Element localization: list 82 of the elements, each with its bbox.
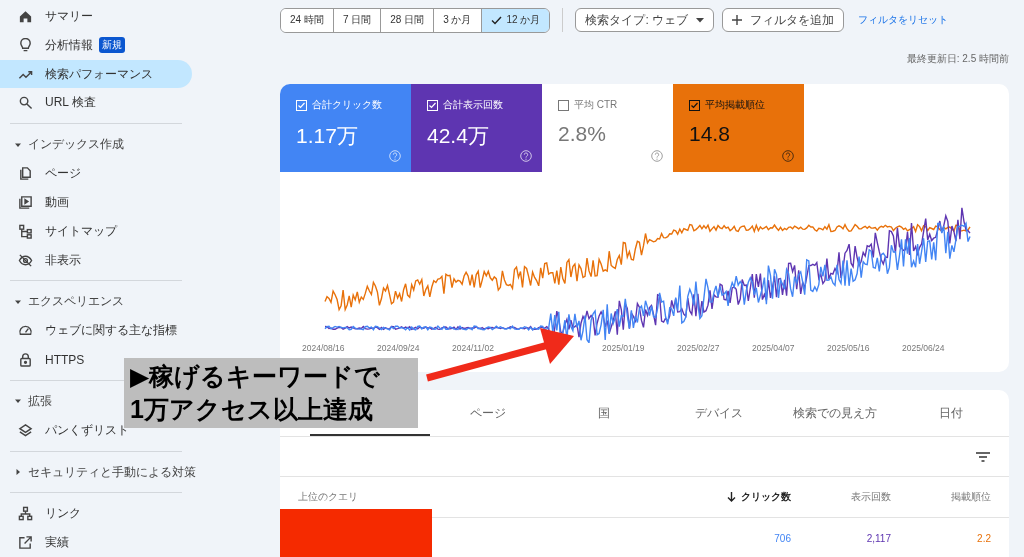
bulb-icon (18, 37, 33, 53)
metric-value: 14.8 (689, 122, 731, 146)
sort-down-icon (727, 492, 736, 502)
table-tab[interactable]: ページ (430, 390, 546, 436)
metric-label: 合計クリック数 (312, 98, 382, 112)
help-icon (389, 150, 401, 162)
check-icon (490, 15, 502, 25)
sidebar-item[interactable]: ページ (0, 159, 87, 188)
filter-icon[interactable] (976, 451, 990, 462)
checkbox[interactable] (689, 99, 700, 111)
section-header[interactable]: エクスペリエンス (0, 287, 130, 317)
annotation-label: ▶稼げるキーワードで 1万アクセス以上達成 (124, 358, 418, 428)
date-range-button[interactable]: 12 か月 (481, 8, 550, 32)
video-icon (18, 194, 33, 210)
date-range-button[interactable]: 28 日間 (381, 8, 435, 32)
sidebar-item[interactable]: 実績 (0, 528, 75, 557)
date-range-button[interactable]: 3 か月 (434, 8, 482, 32)
links-icon (18, 506, 33, 522)
axis-label: 2025/02/27 (677, 343, 720, 353)
table-tab[interactable]: 検索での見え方 (777, 390, 894, 436)
section-header[interactable]: セキュリティと手動による対策 (0, 457, 202, 487)
help-icon (782, 150, 794, 162)
checkbox[interactable] (558, 99, 569, 111)
table-tab[interactable]: 日付 (893, 390, 1009, 436)
sitemap-icon (18, 223, 33, 239)
help-icon (651, 150, 663, 162)
sidebar-item[interactable]: 分析情報 新規 (0, 30, 131, 60)
sidebar-item[interactable]: 検索パフォーマンス (0, 59, 192, 89)
axis-label: 2024/11/02 (452, 343, 494, 353)
metric-label: 平均 CTR (574, 98, 618, 112)
section-header[interactable]: インデックス作成 (0, 130, 130, 160)
table-tab[interactable]: 国 (545, 390, 662, 436)
column-header[interactable]: 掲載順位 (891, 490, 1009, 504)
sidebar-item[interactable]: ウェブに関する主な指標 (0, 316, 183, 346)
axis-label: 2025/04/07 (752, 343, 795, 353)
sidebar-item[interactable]: リンク (0, 499, 87, 529)
lock-icon (18, 352, 33, 367)
metric-value: 2.8% (558, 122, 607, 146)
caret-icon (14, 468, 22, 476)
metric-value: 1.17万 (296, 123, 359, 149)
table-cell-text: 2,117 (865, 532, 891, 544)
section-header[interactable]: 拡張 (0, 386, 58, 416)
external-icon (18, 535, 33, 551)
last-updated-text: 最終更新日: 2.5 時間前 (906, 52, 1009, 66)
axis-label: 2025/06/24 (902, 343, 945, 353)
table-tab[interactable]: デバイス (661, 390, 778, 436)
sidebar-item[interactable]: HTTPS (0, 345, 91, 374)
axis-label: 2025/01/19 (602, 343, 645, 353)
sidebar-item[interactable]: 動画 (0, 187, 75, 217)
metric-label: 合計表示回数 (443, 98, 503, 112)
sidebar-item[interactable]: 非表示 (0, 245, 87, 275)
metric-tile[interactable]: 合計表示回数 42.4万 (411, 84, 542, 172)
table-cell-text: 2.2 (976, 532, 992, 544)
layers-icon (18, 422, 33, 438)
table-cell-text: 706 (773, 532, 791, 544)
sidebar-item[interactable]: サイトマップ (0, 216, 123, 246)
reset-filter-link[interactable]: フィルタをリセット (858, 13, 949, 27)
caret-icon (696, 17, 705, 23)
column-header[interactable]: 上位のクエリ (280, 490, 691, 504)
axis-label: 2024/09/24 (377, 343, 420, 353)
date-range-button[interactable]: 7 日間 (333, 8, 382, 32)
axis-label: 2024/08/16 (302, 343, 345, 353)
metric-tile[interactable]: 平均 CTR 2.8% (542, 84, 673, 172)
column-header[interactable]: 表示回数 (791, 490, 891, 504)
help-icon (520, 150, 532, 162)
sidebar-item[interactable]: サマリー (0, 2, 99, 31)
search-icon (18, 95, 33, 111)
eyeoff-icon (18, 252, 33, 268)
sidebar-item[interactable]: URL 検査 (0, 88, 102, 118)
home-icon (18, 8, 33, 24)
metric-tile[interactable]: 合計クリック数 1.17万 (280, 84, 411, 172)
new-badge: 新規 (99, 37, 125, 54)
metric-value: 42.4万 (427, 123, 490, 149)
plus-icon (732, 15, 743, 25)
metric-tile[interactable]: 平均掲載順位 14.8 (673, 84, 804, 172)
pages-icon (18, 166, 33, 182)
search-type-dropdown[interactable]: 検索タイプ: ウェブ (575, 8, 715, 32)
column-header[interactable]: クリック数 (691, 490, 791, 504)
date-range-button[interactable]: 24 時間 (281, 8, 334, 32)
axis-label: 2025/05/16 (827, 343, 870, 353)
metric-label: 平均掲載順位 (705, 98, 765, 112)
add-filter-button[interactable]: フィルタを追加 (722, 8, 845, 32)
